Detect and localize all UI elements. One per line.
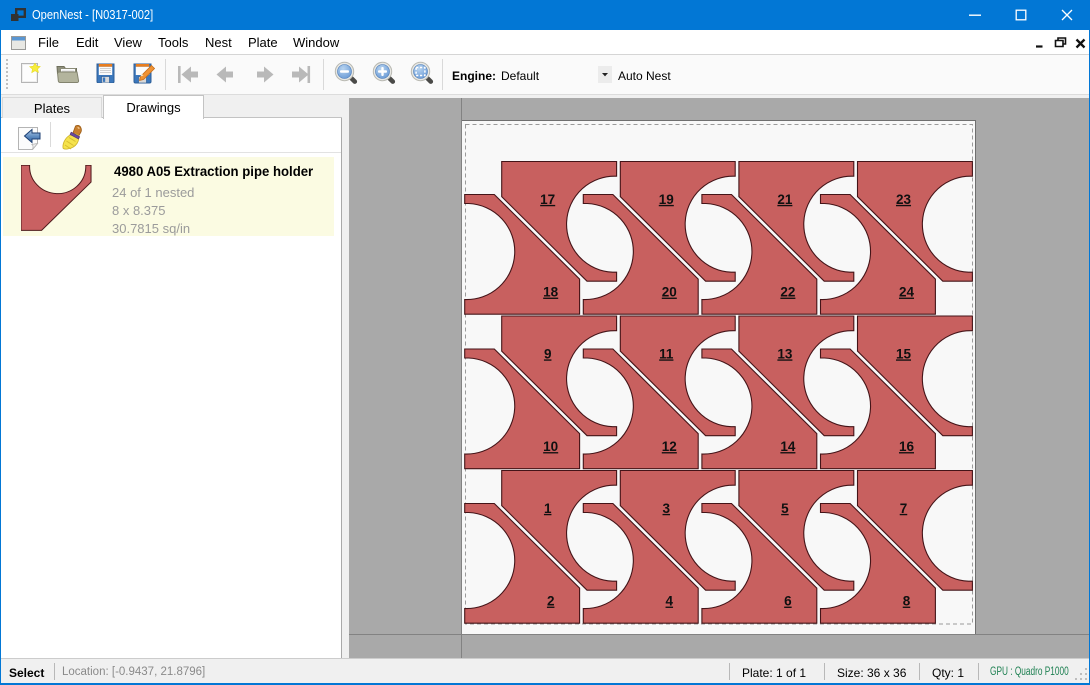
- svg-text:13: 13: [777, 346, 793, 361]
- svg-text:7: 7: [900, 501, 908, 516]
- svg-text:23: 23: [896, 192, 912, 207]
- svg-text:8: 8: [903, 594, 911, 609]
- svg-text:20: 20: [662, 285, 677, 300]
- svg-text:22: 22: [780, 285, 795, 300]
- svg-text:16: 16: [899, 439, 915, 454]
- svg-text:18: 18: [543, 285, 559, 300]
- svg-text:5: 5: [781, 501, 789, 516]
- svg-text:14: 14: [780, 439, 796, 454]
- svg-text:12: 12: [662, 439, 677, 454]
- svg-text:15: 15: [896, 346, 912, 361]
- svg-text:11: 11: [659, 346, 674, 361]
- svg-text:10: 10: [543, 439, 558, 454]
- svg-text:3: 3: [663, 501, 671, 516]
- svg-text:2: 2: [547, 594, 555, 609]
- svg-text:19: 19: [659, 192, 674, 207]
- svg-text:24: 24: [899, 285, 915, 300]
- svg-text:9: 9: [544, 346, 552, 361]
- svg-text:1: 1: [544, 501, 552, 516]
- svg-text:21: 21: [777, 192, 793, 207]
- svg-text:6: 6: [784, 594, 792, 609]
- svg-text:17: 17: [540, 192, 555, 207]
- svg-text:4: 4: [666, 594, 674, 609]
